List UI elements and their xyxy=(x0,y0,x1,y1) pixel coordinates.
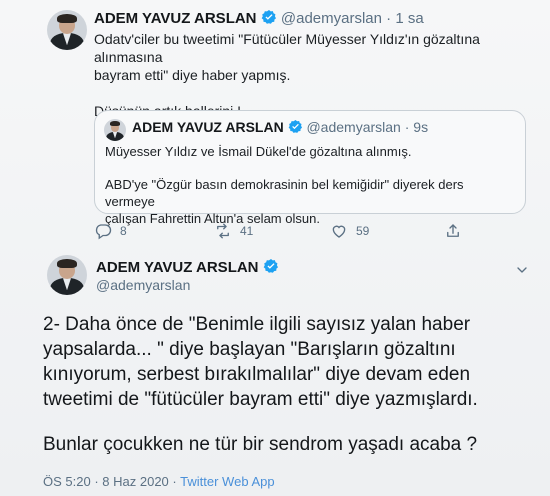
tweet2-text: 2- Daha önce de "Benimle ilgili sayısız … xyxy=(43,312,533,457)
tweet2-footer-separator: · xyxy=(172,474,177,489)
verified-badge-icon xyxy=(288,119,302,133)
tweet2-text-line: kınıyorum, serbest bırakılmalılar" diye … xyxy=(43,364,471,385)
tweet1-handle[interactable]: @ademyarslan xyxy=(281,10,382,27)
tweet2-footer: ÖS 5:20 · 8 Haz 2020 · Twitter Web App xyxy=(43,474,275,489)
tweet2-date[interactable]: 8 Haz 2020 xyxy=(102,474,169,489)
verified-badge-icon xyxy=(263,259,278,273)
tweet1-author-name[interactable]: ADEM YAVUZ ARSLAN xyxy=(94,10,257,27)
reply-count: 8 xyxy=(120,224,127,238)
tweet2-time[interactable]: ÖS 5:20 xyxy=(43,474,91,489)
tweet2-text-line: yapsalarda... " diye başlayan "Barışları… xyxy=(43,339,456,360)
screenshot-page: ADEM YAVUZ ARSLAN @ademyarslan · 1 sa Od… xyxy=(0,0,550,496)
quoted-tweet-time: 9s xyxy=(413,119,429,135)
quoted-tweet-header: ADEM YAVUZ ARSLAN @ademyarslan · 9s xyxy=(132,119,428,135)
quoted-tweet-handle: @ademyarslan xyxy=(306,119,401,135)
reply-icon xyxy=(95,224,112,240)
tweet1-header: ADEM YAVUZ ARSLAN @ademyarslan · 1 sa xyxy=(94,9,424,27)
tweet2-text-line: tweetimi de "fütücüler bayram etti" diye… xyxy=(43,389,478,410)
quoted-tweet-author-name: ADEM YAVUZ ARSLAN xyxy=(132,119,284,135)
quoted-tweet-card[interactable]: ADEM YAVUZ ARSLAN @ademyarslan · 9s Müye… xyxy=(94,110,526,226)
quoted-tweet-avatar xyxy=(104,119,126,141)
tweet2-author-name[interactable]: ADEM YAVUZ ARSLAN xyxy=(96,259,259,276)
like-count: 59 xyxy=(356,224,370,238)
tweet1-time[interactable]: 1 sa xyxy=(395,10,423,27)
tweet2-text-line: 2- Daha önce de "Benimle ilgili sayısız … xyxy=(43,314,471,335)
tweet1-separator: · xyxy=(386,10,392,27)
tweet1-avatar[interactable] xyxy=(47,10,87,50)
verified-badge-icon xyxy=(261,10,276,24)
retweet-icon xyxy=(217,223,229,239)
tweet2-footer-separator: · xyxy=(94,474,99,489)
tweet1-text: Odatv'ciler bu tweetimi "Fütücüler Müyes… xyxy=(94,30,524,120)
tweet1-text-line: bayram etti" diye haber yapmış. xyxy=(94,67,291,83)
tweet1-action-bar: 8 41 59 xyxy=(94,222,534,242)
like-button[interactable]: 59 xyxy=(330,222,369,240)
share-button[interactable] xyxy=(444,222,462,240)
retweet-button[interactable]: 41 xyxy=(214,222,253,240)
tweet1-text-line: Odatv'ciler bu tweetimi "Fütücüler Müyes… xyxy=(94,31,480,65)
quoted-tweet-text-line: ABD'ye "Özgür basın demokrasinin bel kem… xyxy=(105,177,464,209)
tweet2-author: ADEM YAVUZ ARSLAN xyxy=(96,258,279,276)
tweet2-text-line: Bunlar çocukken ne tür bir sendrom yaşad… xyxy=(43,434,478,455)
tweet2-handle[interactable]: @ademyarslan xyxy=(96,277,190,293)
quoted-tweet-separator: · xyxy=(404,119,410,135)
retweet-count: 41 xyxy=(240,224,254,238)
share-icon xyxy=(447,224,459,237)
tweet2-source-app[interactable]: Twitter Web App xyxy=(180,474,274,489)
reply-button[interactable]: 8 xyxy=(94,222,127,240)
tweet2-avatar[interactable] xyxy=(47,255,87,295)
quoted-tweet-text: Müyesser Yıldız ve İsmail Dükel'de gözal… xyxy=(105,143,515,227)
quoted-tweet-text-line: Müyesser Yıldız ve İsmail Dükel'de gözal… xyxy=(105,144,412,159)
chevron-down-icon[interactable] xyxy=(514,262,530,278)
heart-icon xyxy=(332,225,346,238)
